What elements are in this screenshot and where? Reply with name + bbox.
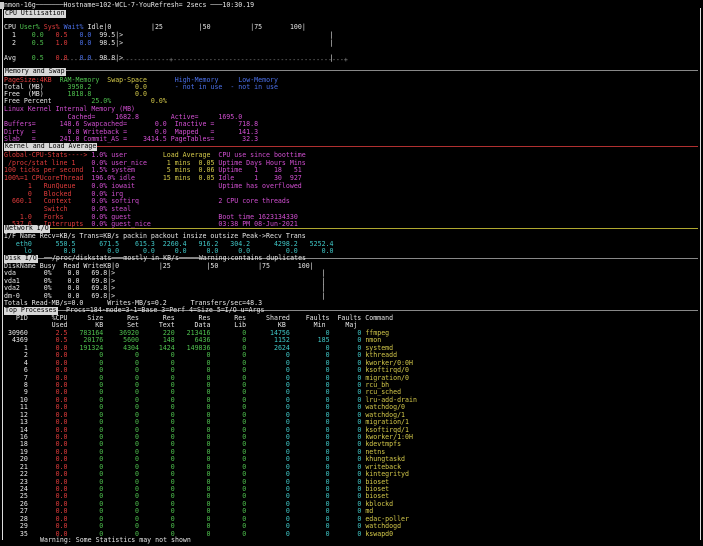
avg-sys: 0.8 (51, 54, 76, 62)
cpu-section-title[interactable]: CPU Utilisation (4, 9, 66, 18)
proc-fmin: 0 (289, 529, 330, 538)
avg-idle: 98.8 (99, 54, 116, 62)
cpu-id: 2 (4, 38, 28, 47)
cpu-avg-row: Avg 0.5 0.8 0.0 98.8|> | (4, 54, 334, 63)
left-border (2, 8, 3, 540)
kernel-boot: Uptime has overflowed (218, 181, 302, 190)
app-title: nmon-16g (4, 1, 36, 9)
memory-section-title[interactable]: Memory and Swap (4, 67, 66, 76)
terminal-window: nmon-16g───────Hostname=102-WCL-7-YouRef… (0, 0, 703, 546)
cpu-sys: 1.0 (51, 38, 76, 47)
avg-label: Avg (4, 54, 28, 62)
cpu-wait: 0.0 (75, 38, 100, 47)
avg-wait: 0.0 (75, 54, 100, 62)
footer-warning: Warning: Some Statistics may not shown (40, 536, 191, 544)
kernel-section-title[interactable]: Kernel and Load Average (4, 142, 98, 151)
cpu-idle: 98.5 (99, 38, 116, 47)
divider (4, 70, 698, 71)
right-border (700, 8, 701, 540)
divider (4, 146, 698, 147)
divider (4, 228, 698, 229)
cpu-row: 2 0.5 1.0 0.0 98.5|> | (4, 38, 334, 48)
kernel-boot: 2 CPU core threads (218, 197, 290, 206)
proc-pid: 35 (4, 529, 28, 538)
header-line: ───────Hostname=102-WCL-7-YouRefresh= 2s… (35, 1, 255, 9)
cpu-bar: |> | (115, 38, 334, 47)
proc-fmaj: 0 (329, 529, 362, 538)
proc-shared: 0 (246, 529, 290, 538)
avg-bar: |> | (115, 54, 334, 62)
proc-command: kswapd0 (361, 529, 394, 538)
cpu-user: 0.5 (27, 38, 52, 47)
proc-lib: 0 (210, 529, 247, 538)
avg-user: 0.5 (27, 54, 52, 62)
